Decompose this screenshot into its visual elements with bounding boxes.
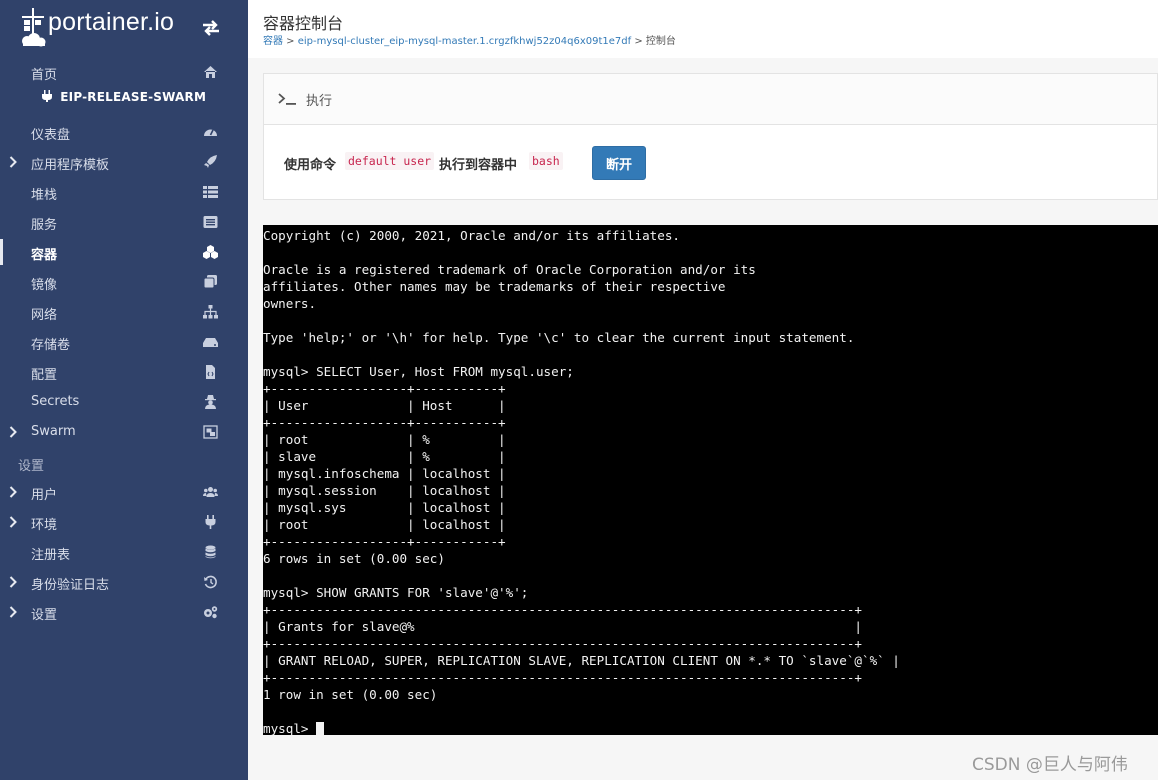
sidebar-item-swarm[interactable]: Swarm	[0, 417, 248, 447]
chevron-right-icon	[9, 576, 17, 588]
exec-command-row: 使用命令 default user 执行到容器中 bash 断开	[284, 146, 1144, 180]
sidebar-item-configs[interactable]: 配置	[0, 357, 248, 387]
sidebar-item-templates[interactable]: 应用程序模板	[0, 147, 248, 177]
exec-in-container-label: 执行到容器中	[439, 158, 518, 173]
page-title: 容器控制台	[263, 14, 344, 33]
sidebar-item-services[interactable]: 服务	[0, 207, 248, 237]
sidebar-item-users[interactable]: 用户	[0, 477, 248, 507]
terminal-prompt: mysql>	[263, 721, 317, 735]
disconnect-button[interactable]: 断开	[592, 146, 646, 180]
brand-logo-text[interactable]: portainer.io	[48, 8, 174, 37]
terminal-icon	[278, 93, 296, 105]
chevron-right-icon	[9, 156, 17, 168]
chevron-right-icon	[9, 516, 17, 528]
database-icon	[205, 545, 216, 559]
endpoint-name: EIP-RELEASE-SWARM	[0, 90, 248, 116]
sidebar-item-secrets[interactable]: Secrets	[0, 387, 248, 417]
sidebar-item-volumes[interactable]: 存储卷	[0, 327, 248, 357]
exec-user-code: default user	[345, 152, 435, 170]
user-secret-icon	[205, 395, 216, 409]
history-icon	[204, 575, 217, 589]
terminal-cursor	[316, 722, 325, 735]
sitemap-icon	[203, 305, 218, 319]
csdn-watermark: CSDN @巨人与阿伟	[972, 755, 1128, 775]
logo-row: portainer.io	[0, 0, 248, 56]
breadcrumb-container-link[interactable]: eip-mysql-cluster_eip-mysql-master.1.crg…	[298, 36, 631, 47]
use-command-label: 使用命令	[284, 158, 337, 173]
sidebar-item-dashboard[interactable]: 仪表盘	[0, 117, 248, 147]
chevron-right-icon	[9, 486, 17, 498]
terminal-output: Copyright (c) 2000, 2021, Oracle and/or …	[263, 228, 900, 735]
rocket-icon	[204, 155, 217, 168]
exec-shell-code: bash	[529, 152, 563, 170]
page-header	[248, 0, 1158, 58]
sidebar-item-environments[interactable]: 环境	[0, 507, 248, 537]
object-group-icon	[203, 425, 218, 439]
breadcrumb-containers-link[interactable]: 容器	[263, 36, 283, 47]
exchange-icon[interactable]	[201, 18, 221, 38]
plug-icon	[205, 515, 216, 529]
dashboard-icon	[204, 129, 217, 136]
exec-panel: 执行 使用命令 default user 执行到容器中 bash 断开	[263, 73, 1158, 200]
sidebar-item-home[interactable]: 首页	[0, 57, 248, 87]
exec-panel-title: 执行	[306, 94, 333, 109]
hdd-icon	[203, 338, 218, 347]
plug-icon	[41, 90, 52, 102]
exec-panel-header: 执行	[264, 74, 1157, 125]
chevron-right-icon	[9, 606, 17, 618]
users-icon	[203, 487, 218, 497]
sidebar-item-registries[interactable]: 注册表	[0, 537, 248, 567]
home-icon	[204, 66, 217, 78]
sidebar: portainer.io 首页 EIP-RELEASE-SWARM 仪表盘 应用…	[0, 0, 248, 780]
cogs-icon	[204, 606, 218, 619]
th-list-icon	[203, 186, 218, 198]
sidebar-item-containers[interactable]: 容器	[0, 237, 248, 267]
portainer-logo-icon[interactable]	[20, 8, 48, 48]
sidebar-item-stacks[interactable]: 堆栈	[0, 177, 248, 207]
breadcrumb: 容器 > eip-mysql-cluster_eip-mysql-master.…	[263, 36, 676, 47]
chevron-right-icon	[9, 426, 17, 438]
breadcrumb-current: 控制台	[645, 36, 676, 47]
clone-icon	[203, 275, 217, 289]
terminal-console[interactable]: Copyright (c) 2000, 2021, Oracle and/or …	[263, 225, 1158, 735]
sidebar-item-images[interactable]: 镜像	[0, 267, 248, 297]
file-code-icon	[206, 365, 215, 379]
sidebar-item-networks[interactable]: 网络	[0, 297, 248, 327]
list-alt-icon	[203, 216, 218, 228]
sidebar-item-auth-logs[interactable]: 身份验证日志	[0, 567, 248, 597]
cubes-icon	[203, 245, 218, 259]
sidebar-item-settings[interactable]: 设置	[0, 597, 248, 627]
portainer-console-page: portainer.io 首页 EIP-RELEASE-SWARM 仪表盘 应用…	[0, 0, 1158, 780]
settings-section-label: 设置	[18, 459, 45, 474]
